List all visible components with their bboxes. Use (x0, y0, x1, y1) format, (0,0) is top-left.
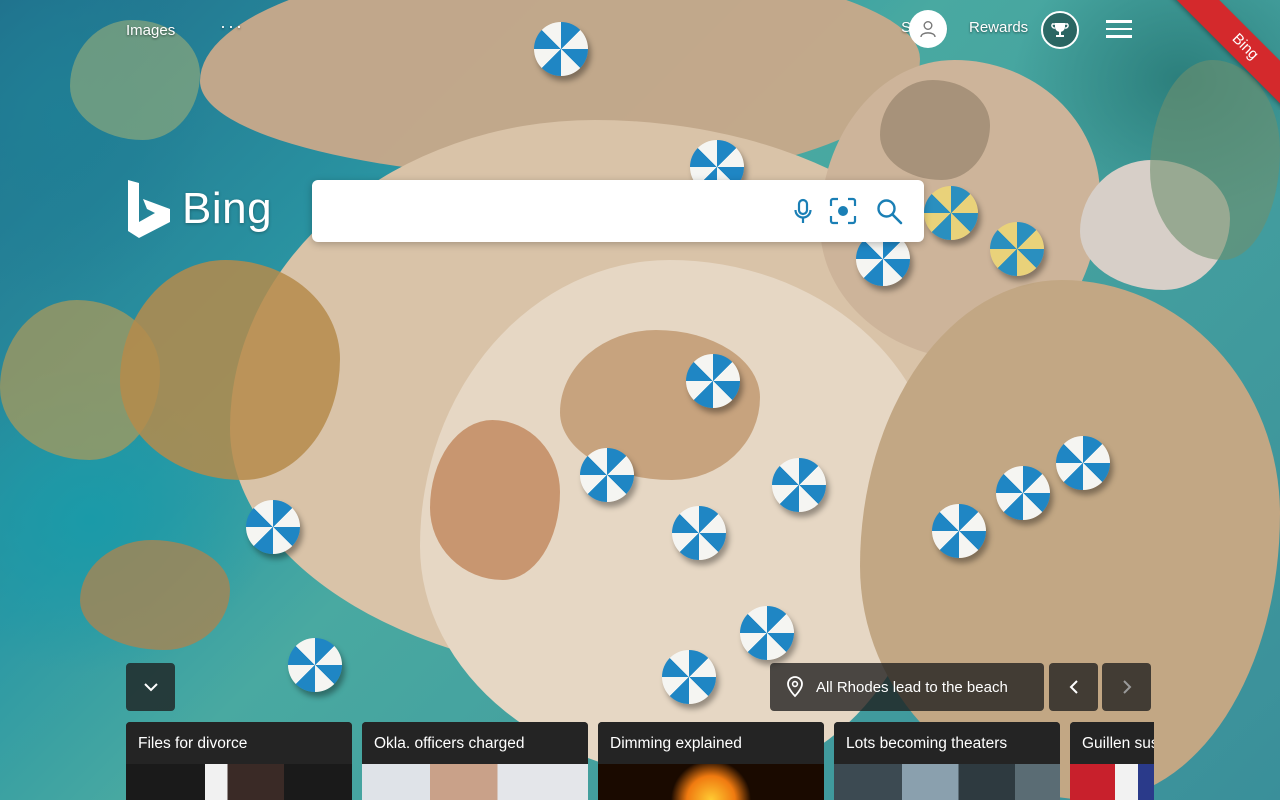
chevron-down-icon (143, 683, 158, 692)
bing-logo-icon (128, 180, 170, 238)
microphone-icon (794, 198, 812, 223)
user-avatar-button[interactable] (909, 10, 947, 48)
previous-image-button[interactable] (1049, 663, 1098, 711)
visual-search-button[interactable] (828, 196, 858, 226)
news-card-title: Okla. officers charged (362, 722, 588, 764)
next-image-button[interactable] (1102, 663, 1151, 711)
search-box[interactable] (312, 180, 924, 242)
news-card[interactable]: Okla. officers charged (362, 722, 588, 800)
menu-icon (1106, 20, 1132, 38)
image-title: All Rhodes lead to the beach (816, 678, 1008, 696)
news-card-thumbnail (598, 764, 824, 800)
bing-ribbon: Bing (1140, 0, 1280, 110)
news-card[interactable]: Lots becoming theaters (834, 722, 1060, 800)
trophy-icon (1051, 23, 1069, 37)
news-card-thumbnail (362, 764, 588, 800)
search-icon (877, 199, 903, 225)
news-card-title: Files for divorce (126, 722, 352, 764)
rewards-button[interactable] (1041, 11, 1079, 49)
news-card[interactable]: Dimming explained (598, 722, 824, 800)
expand-feed-button[interactable] (126, 663, 175, 711)
news-carousel: Files for divorce Okla. officers charged… (126, 722, 1154, 800)
rewards-link[interactable]: Rewards (969, 19, 1028, 36)
news-card-thumbnail (834, 764, 1060, 800)
news-card-title: Dimming explained (598, 722, 824, 764)
more-menu-button[interactable]: ··· (220, 16, 244, 37)
menu-button[interactable] (1106, 17, 1132, 39)
voice-search-button[interactable] (788, 196, 818, 226)
ribbon-label: Bing (1167, 0, 1280, 110)
image-info-button[interactable]: All Rhodes lead to the beach (770, 663, 1044, 711)
chevron-right-icon (1122, 680, 1131, 694)
user-icon (920, 21, 936, 38)
news-card-title: Guillen sus (1070, 722, 1154, 764)
images-link[interactable]: Images (126, 22, 175, 39)
bing-logo[interactable]: Bing (126, 178, 272, 240)
news-card[interactable]: Guillen sus (1070, 722, 1154, 800)
chevron-left-icon (1069, 680, 1078, 694)
news-card-thumbnail (126, 764, 352, 800)
news-card-title: Lots becoming theaters (834, 722, 1060, 764)
visual-search-icon (829, 197, 857, 225)
logo-text: Bing (182, 184, 273, 233)
news-card-thumbnail (1070, 764, 1154, 800)
news-card[interactable]: Files for divorce (126, 722, 352, 800)
location-pin-icon (787, 676, 803, 698)
search-button[interactable] (874, 196, 904, 226)
search-input[interactable] (328, 194, 772, 230)
